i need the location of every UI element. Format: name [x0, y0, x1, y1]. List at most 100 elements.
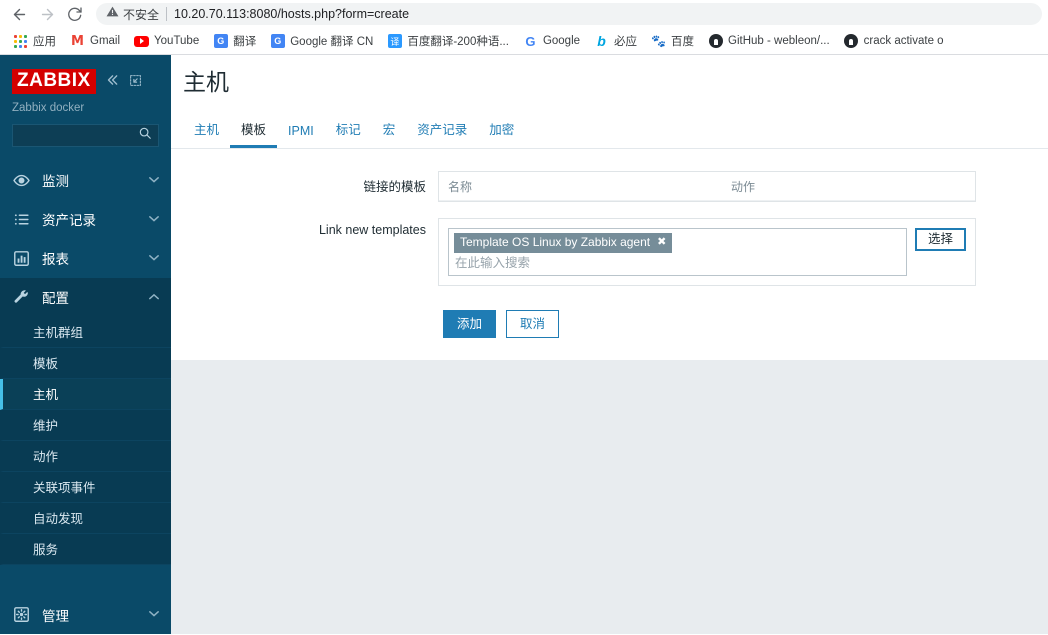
linked-templates-label: 链接的模板 — [363, 180, 426, 194]
reload-button[interactable] — [62, 1, 88, 27]
link-new-templates-box: Template OS Linux by Zabbix agent ✖ 选择 — [438, 218, 976, 286]
cancel-button[interactable]: 取消 — [506, 310, 560, 339]
bookmark-gmail[interactable]: M Gmail — [63, 32, 127, 51]
security-indicator[interactable]: 不安全 — [106, 5, 159, 23]
submenu-label: 主机 — [33, 388, 59, 403]
security-label: 不安全 — [123, 7, 160, 22]
template-search-input[interactable] — [454, 253, 901, 270]
table-header-row: 名称 动作 — [439, 172, 975, 201]
search-input[interactable] — [19, 129, 138, 142]
bookmark-google-translate-cn[interactable]: G Google 翻译 CN — [263, 31, 380, 51]
bookmark-youtube[interactable]: YouTube — [127, 32, 206, 51]
template-chip[interactable]: Template OS Linux by Zabbix agent ✖ — [454, 233, 673, 253]
bookmark-label: GitHub - webleon/... — [728, 35, 830, 47]
sidebar-item-hosts[interactable]: 主机 — [0, 378, 171, 410]
tab-tags[interactable]: 标记 — [325, 115, 372, 148]
chevron-down-icon[interactable] — [149, 215, 159, 224]
baidu-translate-icon: 译 — [387, 34, 402, 49]
bookmarks-bar: 应用 M Gmail YouTube G 翻译 G Google 翻译 CN 译… — [0, 28, 1048, 54]
sidebar-item-maintenance[interactable]: 维护 — [0, 410, 171, 441]
sidebar-item-configuration[interactable]: 配置 — [0, 277, 171, 317]
sidebar-search[interactable] — [12, 123, 159, 147]
tab-encryption[interactable]: 加密 — [478, 115, 525, 148]
url-text: 10.20.70.113:8080/hosts.php?form=create — [174, 7, 410, 21]
tab-label: 宏 — [382, 123, 396, 137]
bing-icon: b — [597, 33, 606, 49]
main-content: 主机 主机 模板 IPMI 标记 宏 资产记录 加密 链接的模板 名称 动作 L… — [171, 55, 1048, 634]
bookmark-label: YouTube — [154, 35, 200, 47]
form-row-linked-templates: 链接的模板 名称 动作 — [171, 171, 1048, 202]
sidebar-menu: 监测 资产记录 报表 配置 主机群组 模板 主机 维护 动作 关联项事件 自动发… — [0, 161, 171, 565]
sidebar-item-actions[interactable]: 动作 — [0, 441, 171, 472]
bookmark-label: 百度翻译-200种语... — [407, 36, 509, 48]
double-chevron-left-icon[interactable] — [104, 69, 120, 91]
submenu-label: 模板 — [33, 357, 59, 372]
templates-multiselect[interactable]: Template OS Linux by Zabbix agent ✖ — [448, 228, 907, 276]
bookmark-label: 必应 — [614, 36, 638, 48]
bookmark-label: Gmail — [90, 35, 121, 47]
bookmark-translate[interactable]: G 翻译 — [206, 31, 263, 51]
bookmark-google[interactable]: G Google — [516, 32, 587, 51]
sidebar-item-label: 监测 — [42, 174, 69, 190]
sidebar-item-label: 报表 — [42, 252, 69, 268]
bookmark-crack-activate[interactable]: crack activate o — [837, 32, 951, 51]
bookmark-label: Google — [542, 35, 581, 47]
sidebar-item-label: 管理 — [42, 608, 69, 624]
close-icon[interactable]: ✖ — [657, 237, 666, 248]
tab-macros[interactable]: 宏 — [372, 115, 407, 148]
add-button[interactable]: 添加 — [443, 310, 497, 339]
sidebar-item-templates[interactable]: 模板 — [0, 348, 171, 379]
sidebar-item-monitoring[interactable]: 监测 — [0, 161, 171, 200]
submenu-label: 维护 — [33, 419, 59, 434]
sidebar-item-administration[interactable]: 管理 — [0, 595, 171, 634]
tab-templates[interactable]: 模板 — [230, 115, 278, 148]
google-translate-icon: G — [213, 34, 228, 49]
bookmark-baidu[interactable]: 🐾 百度 — [644, 31, 701, 51]
browser-chrome: 不安全 10.20.70.113:8080/hosts.php?form=cre… — [0, 0, 1048, 55]
zabbix-logo[interactable]: ZABBIX — [12, 69, 96, 94]
gmail-icon: M — [71, 33, 84, 49]
back-button[interactable] — [6, 1, 32, 27]
sidebar-item-reports[interactable]: 报表 — [0, 239, 171, 278]
sidebar-item-label: 配置 — [42, 291, 69, 307]
reload-icon — [67, 6, 83, 22]
tab-host[interactable]: 主机 — [183, 115, 230, 148]
tab-ipmi[interactable]: IPMI — [277, 120, 325, 148]
bookmark-bing[interactable]: b 必应 — [587, 31, 644, 51]
select-button[interactable]: 选择 — [914, 228, 966, 251]
bookmark-apps[interactable]: 应用 — [6, 31, 63, 51]
page-title: 主机 — [183, 70, 229, 96]
warning-triangle-icon — [106, 5, 119, 23]
apps-grid-icon — [13, 34, 28, 49]
bookmark-baidu-translate[interactable]: 译 百度翻译-200种语... — [380, 31, 516, 51]
collapse-pane-icon[interactable] — [128, 69, 144, 91]
google-icon: G — [525, 33, 536, 49]
chevron-down-icon[interactable] — [149, 610, 159, 619]
tab-label: 标记 — [335, 123, 361, 137]
search-icon[interactable] — [138, 126, 152, 145]
bookmark-label: 百度 — [671, 36, 695, 48]
submenu-label: 服务 — [33, 543, 59, 558]
sidebar: ZABBIX Zabbix docker 监测 资产记录 报表 配置 主机群组 … — [0, 55, 171, 634]
list-icon — [12, 210, 30, 228]
link-new-templates-label: Link new templates — [318, 223, 426, 237]
chevron-down-icon[interactable] — [149, 176, 159, 185]
tab-inventory[interactable]: 资产记录 — [406, 115, 478, 148]
baidu-icon: 🐾 — [651, 34, 666, 48]
sidebar-item-inventory[interactable]: 资产记录 — [0, 200, 171, 239]
address-bar[interactable]: 不安全 10.20.70.113:8080/hosts.php?form=cre… — [96, 3, 1042, 25]
github-icon — [708, 34, 723, 49]
bookmark-github-webleon[interactable]: GitHub - webleon/... — [701, 32, 837, 51]
sidebar-item-event-correlation[interactable]: 关联项事件 — [0, 472, 171, 503]
submenu-label: 关联项事件 — [33, 481, 96, 496]
bookmark-label: 应用 — [33, 36, 56, 48]
chevron-up-icon[interactable] — [149, 293, 159, 302]
sidebar-item-label: 资产记录 — [42, 213, 96, 229]
sidebar-search-wrapper — [0, 114, 171, 147]
google-translate-icon: G — [270, 34, 285, 49]
sidebar-bottom-menu: 管理 — [0, 595, 171, 634]
sidebar-item-host-groups[interactable]: 主机群组 — [0, 317, 171, 348]
chevron-down-icon[interactable] — [149, 254, 159, 263]
sidebar-item-discovery[interactable]: 自动发现 — [0, 503, 171, 534]
sidebar-item-services[interactable]: 服务 — [0, 534, 171, 565]
